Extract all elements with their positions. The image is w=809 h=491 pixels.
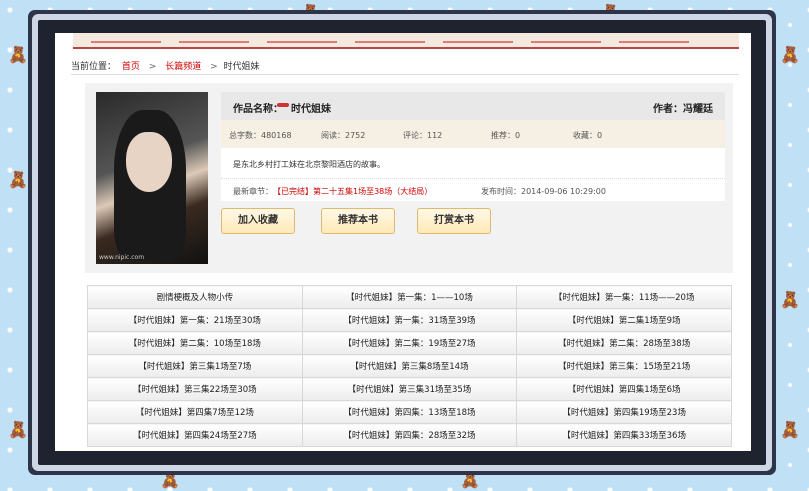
nav-item[interactable] <box>91 35 161 43</box>
chapter-link[interactable]: 【时代姐妹】第一集：1——10场 <box>301 285 518 309</box>
nav-item[interactable] <box>267 35 337 43</box>
chapter-row: 【时代姐妹】第四集7场至12场 【时代姐妹】第四集：13场至18场 【时代姐妹】第四… <box>87 400 732 424</box>
chapter-row: 剧情梗概及人物小传 【时代姐妹】第一集：1——10场 【时代姐妹】第一集：11场——… <box>87 285 732 309</box>
page-content: 当前位置： 首页 > 长篇频道 > 时代姐妹 www.nipic.com 作品名… <box>55 33 751 451</box>
breadcrumb-prefix: 当前位置： <box>71 62 117 72</box>
bear-icon: 🧸 <box>8 420 28 439</box>
chapter-row: 【时代姐妹】第二集：10场至18场 【时代姐妹】第二集：19场至27场 【时代姐妹】… <box>87 331 732 355</box>
stat-favorites: 收藏：0 <box>573 131 603 140</box>
stat-reads: 阅读：2752 <box>321 131 366 140</box>
breadcrumb-separator: > <box>148 62 157 72</box>
recommend-button[interactable]: 推荐本书 <box>321 208 395 234</box>
latest-chapter-link[interactable]: 【已完结】第二十五集1场至38场（大结局） <box>273 186 432 197</box>
bear-icon: 🧸 <box>460 470 480 489</box>
publish-time: 发布时间：2014-09-06 10:29:00 <box>481 187 606 196</box>
bear-icon: 🧸 <box>8 170 28 189</box>
chapter-link[interactable]: 【时代姐妹】第四集33场至36场 <box>516 423 732 447</box>
chapter-row: 【时代姐妹】第一集：21场至30场 【时代姐妹】第一集：31场至39场 【时代姐妹】… <box>87 308 732 332</box>
stat-comments: 评论：112 <box>403 131 443 140</box>
book-info: 作品名称： 时代姐妹 作者：冯耀廷 总字数：480168 阅读：2752 评论：… <box>221 92 725 241</box>
stat-recommends: 推荐：0 <box>491 131 521 140</box>
chapter-link[interactable]: 【时代姐妹】第一集：21场至30场 <box>87 308 303 332</box>
latest-chapter-row: 最新章节： 【已完结】第二十五集1场至38场（大结局） 发布时间：2014-09… <box>221 178 725 201</box>
pen-icon <box>277 103 289 107</box>
breadcrumb-separator: > <box>210 62 218 72</box>
chapter-link[interactable]: 【时代姐妹】第四集19场至23场 <box>516 400 732 424</box>
chapter-list: 剧情梗概及人物小传 【时代姐妹】第一集：1——10场 【时代姐妹】第一集：11场——… <box>87 285 732 447</box>
bear-icon: 🧸 <box>780 420 800 439</box>
action-buttons: 加入收藏 推荐本书 打赏本书 <box>221 201 725 241</box>
chapter-link[interactable]: 【时代姐妹】第四集：28场至32场 <box>301 423 518 447</box>
bear-icon: 🧸 <box>780 290 800 309</box>
chapter-row: 【时代姐妹】第四集24场至27场 【时代姐妹】第四集：28场至32场 【时代姐妹】第… <box>87 423 732 447</box>
chapter-link[interactable]: 【时代姐妹】第二集：19场至27场 <box>301 331 518 355</box>
chapter-link[interactable]: 【时代姐妹】第二集：28场至38场 <box>516 331 732 355</box>
chapter-link[interactable]: 【时代姐妹】第四集24场至27场 <box>87 423 303 447</box>
chapter-link[interactable]: 【时代姐妹】第四集7场至12场 <box>87 400 303 424</box>
bear-icon: 🧸 <box>780 45 800 64</box>
book-panel: www.nipic.com 作品名称： 时代姐妹 作者：冯耀廷 总字数：4801… <box>85 83 733 273</box>
book-author: 作者：冯耀廷 <box>653 104 713 115</box>
nav-item[interactable] <box>531 35 601 43</box>
breadcrumb-home[interactable]: 首页 <box>122 62 140 72</box>
stat-words: 总字数：480168 <box>229 131 292 140</box>
book-description: 是东北乡村打工妹在北京黎阳酒店的故事。 <box>221 148 725 178</box>
book-stats: 总字数：480168 阅读：2752 评论：112 推荐：0 收藏：0 <box>221 120 725 148</box>
bear-icon: 🧸 <box>8 45 28 64</box>
nav-item[interactable] <box>619 35 689 43</box>
chapter-link[interactable]: 【时代姐妹】第三集31场至35场 <box>301 377 518 401</box>
cover-face <box>126 132 172 192</box>
add-favorite-button[interactable]: 加入收藏 <box>221 208 295 234</box>
top-nav <box>73 33 739 49</box>
chapter-row: 【时代姐妹】第三集22场至30场 【时代姐妹】第三集31场至35场 【时代姐妹】第四… <box>87 377 732 401</box>
chapter-link[interactable]: 【时代姐妹】第四集1场至6场 <box>516 377 732 401</box>
chapter-link[interactable]: 剧情梗概及人物小传 <box>87 285 303 309</box>
bear-icon: 🧸 <box>160 470 180 489</box>
book-title: 时代姐妹 <box>291 104 331 115</box>
nav-item[interactable] <box>355 35 425 43</box>
nav-item[interactable] <box>443 35 513 43</box>
reward-button[interactable]: 打赏本书 <box>417 208 491 234</box>
chapter-link[interactable]: 【时代姐妹】第三集1场至7场 <box>87 354 303 378</box>
nav-item[interactable] <box>179 35 249 43</box>
title-label: 作品名称： <box>233 104 283 115</box>
book-cover[interactable]: www.nipic.com <box>96 92 208 264</box>
divider <box>71 74 739 75</box>
chapter-link[interactable]: 【时代姐妹】第一集：31场至39场 <box>301 308 518 332</box>
chapter-link[interactable]: 【时代姐妹】第三集22场至30场 <box>87 377 303 401</box>
chapter-row: 【时代姐妹】第三集1场至7场 【时代姐妹】第三集8场至14场 【时代姐妹】第三集：1… <box>87 354 732 378</box>
chapter-link[interactable]: 【时代姐妹】第二集：10场至18场 <box>87 331 303 355</box>
latest-label: 最新章节： <box>233 187 273 196</box>
chapter-link[interactable]: 【时代姐妹】第四集：13场至18场 <box>301 400 518 424</box>
chapter-link[interactable]: 【时代姐妹】第二集1场至9场 <box>516 308 732 332</box>
breadcrumb: 当前位置： 首页 > 长篇频道 > 时代姐妹 <box>71 59 260 72</box>
breadcrumb-current: 时代姐妹 <box>223 62 260 72</box>
description-text: 是东北乡村打工妹在北京黎阳酒店的故事。 <box>233 160 385 169</box>
chapter-link[interactable]: 【时代姐妹】第三集8场至14场 <box>301 354 518 378</box>
chapter-link[interactable]: 【时代姐妹】第一集：11场——20场 <box>516 285 732 309</box>
chapter-link[interactable]: 【时代姐妹】第三集：15场至21场 <box>516 354 732 378</box>
title-bar: 作品名称： 时代姐妹 作者：冯耀廷 <box>221 92 725 120</box>
cover-watermark: www.nipic.com <box>99 254 145 261</box>
breadcrumb-channel[interactable]: 长篇频道 <box>165 62 201 72</box>
